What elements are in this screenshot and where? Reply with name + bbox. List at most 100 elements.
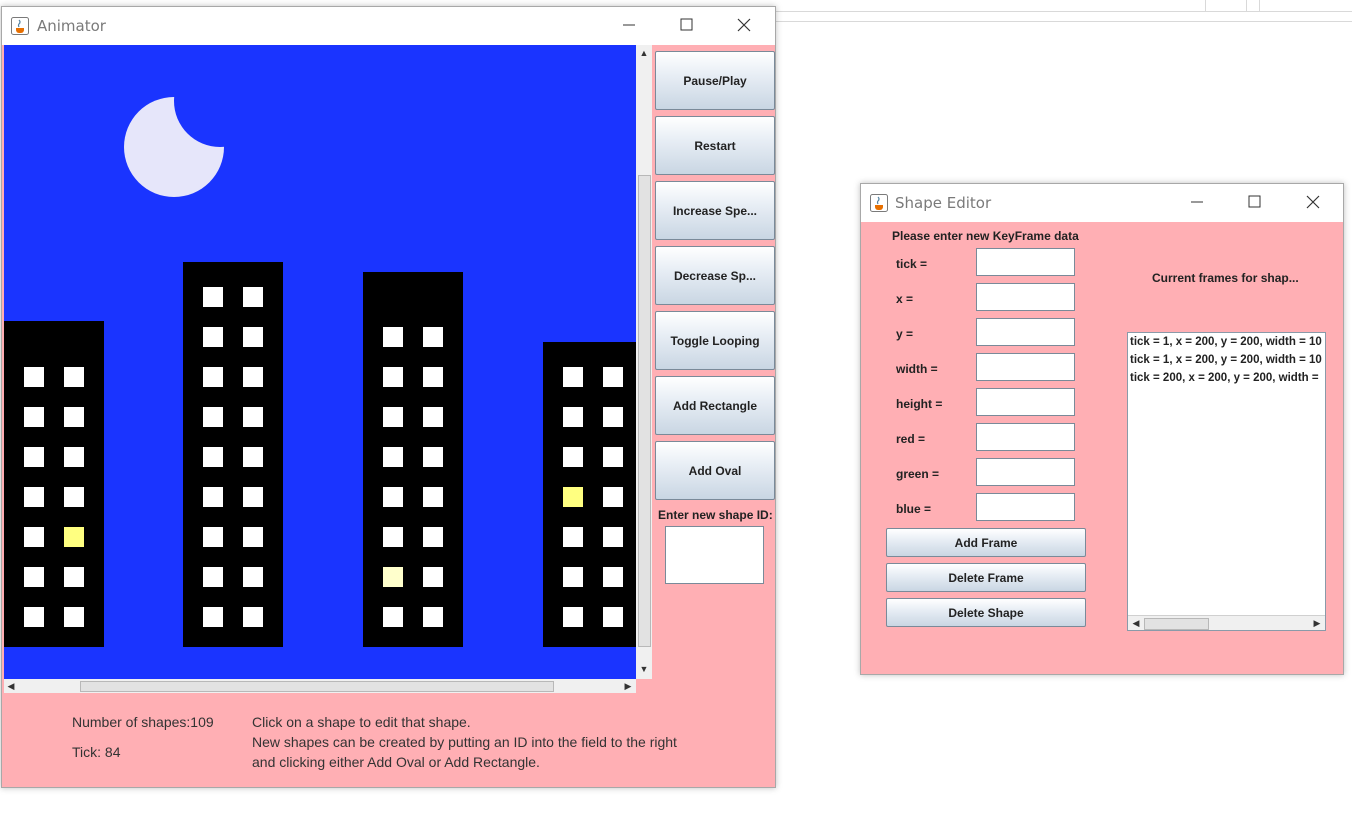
window-shape[interactable] bbox=[203, 407, 223, 427]
window-shape[interactable] bbox=[563, 407, 583, 427]
animator-titlebar[interactable]: Animator bbox=[2, 7, 775, 45]
x-input[interactable] bbox=[976, 283, 1075, 311]
vertical-scrollbar-thumb[interactable] bbox=[638, 175, 651, 647]
window-shape[interactable] bbox=[603, 407, 623, 427]
decrease-speed-button[interactable]: Decrease Sp... bbox=[655, 246, 775, 305]
window-shape[interactable] bbox=[383, 567, 403, 587]
scroll-right-arrow-icon[interactable]: ▶ bbox=[621, 679, 635, 693]
window-shape[interactable] bbox=[603, 487, 623, 507]
window-shape[interactable] bbox=[603, 367, 623, 387]
frame-list-item[interactable]: tick = 1, x = 200, y = 200, width = 10 bbox=[1130, 336, 1322, 348]
window-shape[interactable] bbox=[203, 287, 223, 307]
window-shape[interactable] bbox=[64, 447, 84, 467]
canvas-horizontal-scrollbar[interactable]: ◀ ▶ bbox=[4, 679, 636, 693]
window-shape[interactable] bbox=[24, 447, 44, 467]
window-shape[interactable] bbox=[24, 527, 44, 547]
window-shape[interactable] bbox=[243, 487, 263, 507]
window-shape[interactable] bbox=[383, 367, 403, 387]
frames-list[interactable]: tick = 1, x = 200, y = 200, width = 10 t… bbox=[1127, 332, 1326, 631]
scroll-left-arrow-icon[interactable]: ◀ bbox=[1129, 616, 1143, 630]
window-shape[interactable] bbox=[24, 367, 44, 387]
window-shape[interactable] bbox=[423, 367, 443, 387]
frames-scrollbar-thumb[interactable] bbox=[1144, 618, 1209, 630]
width-input[interactable] bbox=[976, 353, 1075, 381]
new-shape-id-input[interactable] bbox=[665, 526, 764, 584]
window-shape[interactable] bbox=[603, 607, 623, 627]
window-shape[interactable] bbox=[603, 447, 623, 467]
window-shape[interactable] bbox=[24, 607, 44, 627]
restart-button[interactable]: Restart bbox=[655, 116, 775, 175]
window-shape[interactable] bbox=[203, 567, 223, 587]
window-shape[interactable] bbox=[383, 487, 403, 507]
window-shape[interactable] bbox=[243, 407, 263, 427]
window-shape[interactable] bbox=[383, 607, 403, 627]
window-shape[interactable] bbox=[64, 367, 84, 387]
window-shape[interactable] bbox=[563, 487, 583, 507]
window-shape[interactable] bbox=[563, 367, 583, 387]
window-shape[interactable] bbox=[203, 527, 223, 547]
window-shape[interactable] bbox=[24, 567, 44, 587]
window-shape[interactable] bbox=[603, 527, 623, 547]
add-oval-button[interactable]: Add Oval bbox=[655, 441, 775, 500]
window-shape[interactable] bbox=[423, 407, 443, 427]
increase-speed-button[interactable]: Increase Spe... bbox=[655, 181, 775, 240]
window-shape[interactable] bbox=[383, 407, 403, 427]
window-shape[interactable] bbox=[423, 447, 443, 467]
scroll-left-arrow-icon[interactable]: ◀ bbox=[4, 679, 18, 693]
window-shape[interactable] bbox=[243, 447, 263, 467]
add-frame-button[interactable]: Add Frame bbox=[886, 528, 1086, 557]
window-shape[interactable] bbox=[423, 567, 443, 587]
window-shape[interactable] bbox=[243, 327, 263, 347]
delete-shape-button[interactable]: Delete Shape bbox=[886, 598, 1086, 627]
window-shape[interactable] bbox=[64, 407, 84, 427]
window-shape[interactable] bbox=[423, 607, 443, 627]
pause-play-button[interactable]: Pause/Play bbox=[655, 51, 775, 110]
building-shape[interactable] bbox=[183, 262, 283, 647]
window-shape[interactable] bbox=[563, 607, 583, 627]
window-shape[interactable] bbox=[203, 327, 223, 347]
moon-shape[interactable] bbox=[122, 95, 226, 199]
window-shape[interactable] bbox=[24, 487, 44, 507]
maximize-icon[interactable] bbox=[1231, 188, 1277, 216]
window-shape[interactable] bbox=[563, 447, 583, 467]
window-shape[interactable] bbox=[203, 487, 223, 507]
window-shape[interactable] bbox=[203, 447, 223, 467]
red-input[interactable] bbox=[976, 423, 1075, 451]
add-rectangle-button[interactable]: Add Rectangle bbox=[655, 376, 775, 435]
close-icon[interactable] bbox=[1290, 188, 1336, 216]
scroll-right-arrow-icon[interactable]: ▶ bbox=[1310, 616, 1324, 630]
window-shape[interactable] bbox=[383, 447, 403, 467]
canvas-vertical-scrollbar[interactable]: ▲ ▼ bbox=[636, 45, 652, 679]
blue-input[interactable] bbox=[976, 493, 1075, 521]
building-shape[interactable] bbox=[4, 321, 104, 647]
green-input[interactable] bbox=[976, 458, 1075, 486]
window-shape[interactable] bbox=[563, 527, 583, 547]
window-shape[interactable] bbox=[243, 367, 263, 387]
window-shape[interactable] bbox=[563, 567, 583, 587]
window-shape[interactable] bbox=[423, 527, 443, 547]
minimize-icon[interactable] bbox=[1173, 188, 1219, 216]
close-icon[interactable] bbox=[721, 11, 767, 39]
window-shape[interactable] bbox=[64, 487, 84, 507]
window-shape[interactable] bbox=[423, 327, 443, 347]
window-shape[interactable] bbox=[203, 367, 223, 387]
window-shape[interactable] bbox=[24, 407, 44, 427]
maximize-icon[interactable] bbox=[663, 11, 709, 39]
minimize-icon[interactable] bbox=[605, 11, 651, 39]
delete-frame-button[interactable]: Delete Frame bbox=[886, 563, 1086, 592]
window-shape[interactable] bbox=[243, 287, 263, 307]
frame-list-item[interactable]: tick = 1, x = 200, y = 200, width = 10 bbox=[1130, 354, 1322, 366]
window-shape[interactable] bbox=[64, 567, 84, 587]
window-shape[interactable] bbox=[64, 607, 84, 627]
window-shape[interactable] bbox=[603, 567, 623, 587]
horizontal-scrollbar-thumb[interactable] bbox=[80, 681, 554, 692]
window-shape[interactable] bbox=[383, 327, 403, 347]
window-shape[interactable] bbox=[203, 607, 223, 627]
building-shape[interactable] bbox=[363, 272, 463, 647]
window-shape[interactable] bbox=[243, 527, 263, 547]
window-shape[interactable] bbox=[423, 487, 443, 507]
window-shape[interactable] bbox=[243, 607, 263, 627]
height-input[interactable] bbox=[976, 388, 1075, 416]
window-shape[interactable] bbox=[243, 567, 263, 587]
window-shape[interactable] bbox=[383, 527, 403, 547]
